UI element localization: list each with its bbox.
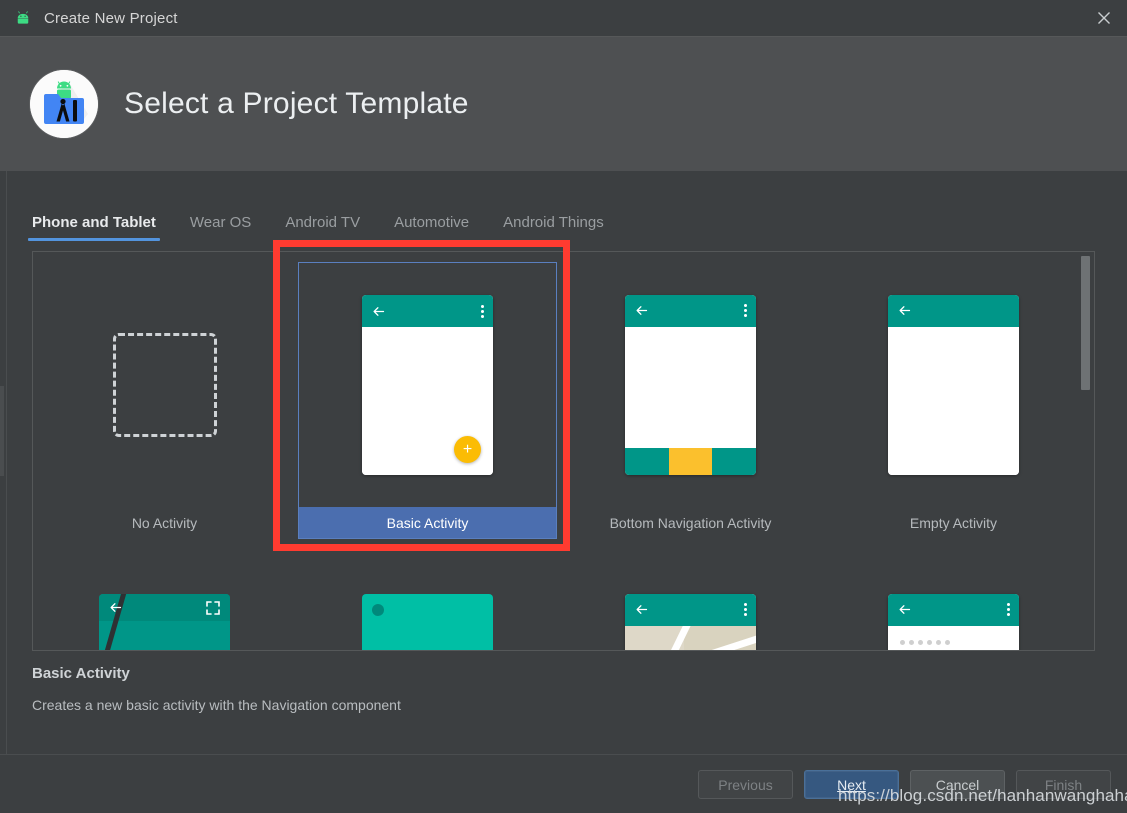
tab-label: Automotive — [394, 214, 470, 231]
template-card-basic-activity[interactable]: + Basic Activity — [296, 252, 559, 551]
template-card-label: Bottom Navigation Activity — [609, 515, 772, 531]
cancel-button[interactable]: Cancel — [910, 770, 1005, 799]
phone-content — [625, 326, 756, 448]
dialog-footer: Previous Next Cancel Finish — [0, 754, 1127, 813]
app-bar — [888, 593, 1019, 626]
description-title: Basic Activity — [32, 665, 130, 682]
app-bar — [888, 294, 1019, 327]
tab-label: Phone and Tablet — [32, 214, 156, 231]
template-thumbnail — [561, 262, 820, 507]
back-arrow-icon — [110, 602, 122, 612]
fullscreen-expand-icon — [206, 600, 220, 615]
close-button[interactable] — [1081, 0, 1127, 36]
android-studio-logo-icon — [30, 70, 98, 138]
template-thumbnail: + — [298, 262, 557, 507]
phone-mockup — [888, 294, 1019, 475]
template-thumbnail — [561, 561, 820, 650]
phone-mockup: + — [362, 295, 493, 475]
back-arrow-icon — [899, 306, 911, 315]
app-bar — [362, 295, 493, 327]
fullscreen-mockup — [99, 593, 230, 650]
app-bar — [625, 294, 756, 327]
scrollbar-thumb[interactable] — [1081, 256, 1090, 390]
tab-label: Android Things — [503, 214, 604, 231]
footer-button-row: Previous Next Cancel Finish — [698, 770, 1111, 799]
template-card-fullscreen-activity[interactable] — [33, 551, 296, 650]
template-thumbnail — [824, 262, 1083, 507]
template-grid: No Activity + Basic Activity Bottom Navi… — [33, 252, 1085, 650]
tab-phone-and-tablet[interactable]: Phone and Tablet — [28, 214, 160, 241]
title-bar: Create New Project — [0, 0, 1127, 36]
phone-mockup — [888, 593, 1019, 650]
dialog-header: Select a Project Template — [0, 36, 1127, 171]
template-card-google-admob-ads-activity[interactable]: Interstitial Ad — [296, 551, 559, 650]
template-card-label: Empty Activity — [909, 515, 998, 531]
template-card-bottom-navigation-activity[interactable]: Bottom Navigation Activity — [559, 252, 822, 551]
template-card-login-activity[interactable] — [822, 551, 1085, 650]
back-arrow-icon — [373, 306, 385, 316]
login-form-preview — [888, 625, 1019, 650]
form-factor-tabs: Phone and Tablet Wear OS Android TV Auto… — [28, 214, 638, 241]
phone-content — [888, 326, 1019, 475]
template-card-label: No Activity — [131, 515, 198, 531]
overflow-menu-icon — [481, 304, 484, 318]
create-new-project-window: Create New Project Select a Project Temp… — [0, 0, 1127, 813]
left-edge-strip — [0, 171, 7, 754]
description-text: Creates a new basic activity with the Na… — [32, 697, 401, 713]
template-card-empty-activity[interactable]: Empty Activity — [822, 252, 1085, 551]
template-card-label: Basic Activity — [298, 507, 557, 539]
dashed-square-icon — [112, 332, 217, 437]
avatar-dot-icon — [372, 603, 384, 616]
tab-android-things[interactable]: Android Things — [503, 214, 604, 241]
back-arrow-icon — [899, 605, 911, 614]
tab-label: Wear OS — [189, 214, 252, 231]
window-title: Create New Project — [44, 9, 178, 27]
tab-label: Android TV — [285, 214, 361, 231]
template-card-no-activity[interactable]: No Activity — [33, 252, 296, 551]
tab-android-tv[interactable]: Android TV — [285, 214, 360, 241]
overflow-menu-icon — [1007, 603, 1010, 616]
next-button[interactable]: Next — [804, 770, 899, 799]
tab-wear-os[interactable]: Wear OS — [190, 214, 251, 241]
overflow-menu-icon — [744, 304, 747, 317]
template-grid-panel[interactable]: No Activity + Basic Activity Bottom Navi… — [32, 251, 1095, 651]
template-grid-scrollbar[interactable] — [1081, 256, 1090, 648]
previous-button[interactable]: Previous — [698, 770, 793, 799]
dialog-body: Phone and Tablet Wear OS Android TV Auto… — [0, 171, 1127, 754]
template-description: Basic Activity Creates a new basic activ… — [32, 665, 932, 713]
template-thumbnail — [35, 561, 294, 650]
close-icon — [1098, 12, 1110, 24]
template-thumbnail — [35, 262, 294, 507]
back-arrow-icon — [636, 306, 648, 315]
phone-mockup — [625, 294, 756, 475]
page-title: Select a Project Template — [124, 87, 469, 120]
overflow-menu-icon — [744, 603, 747, 616]
template-thumbnail: Interstitial Ad — [298, 561, 557, 650]
phone-content: + — [362, 327, 493, 475]
finish-button[interactable]: Finish — [1016, 770, 1111, 799]
tab-automotive[interactable]: Automotive — [394, 214, 469, 241]
map-preview — [625, 625, 756, 650]
phone-mockup — [625, 593, 756, 650]
next-button-label: Next — [837, 776, 866, 793]
android-robot-icon — [14, 9, 32, 27]
app-bar — [625, 593, 756, 626]
template-card-google-maps-activity[interactable] — [559, 551, 822, 650]
template-thumbnail — [824, 561, 1083, 650]
ads-mockup: Interstitial Ad — [362, 593, 493, 650]
back-arrow-icon — [636, 605, 648, 614]
fab-icon: + — [454, 436, 481, 463]
bottom-navigation-bar — [625, 447, 756, 475]
